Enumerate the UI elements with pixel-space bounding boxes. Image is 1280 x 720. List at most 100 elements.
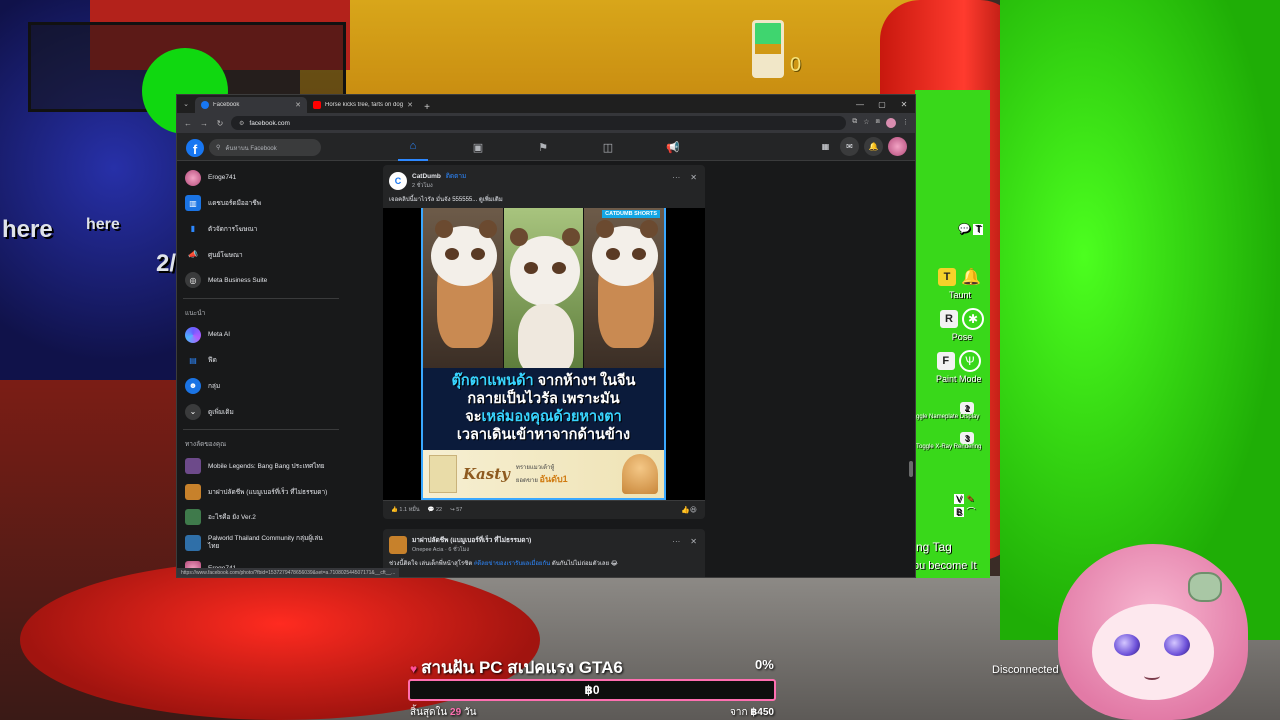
post-author[interactable]: CatDumb ติดตาม xyxy=(412,171,466,181)
caption-line: จากห้างฯ ในจีน xyxy=(533,373,636,389)
game-tag-text: ng Tag xyxy=(916,540,952,554)
game-text-here: here xyxy=(2,216,53,243)
more-options-icon[interactable]: ··· xyxy=(672,537,680,546)
post-actions: ··· ✕ xyxy=(672,537,697,546)
sidebar-item-groups[interactable]: ☻ กลุ่ม xyxy=(183,373,341,399)
post-sub[interactable]: Onepee Acia · 6 ชั่วโมง xyxy=(412,546,531,554)
shortcut-item[interactable]: Mobile Legends: Bang Bang ประเทศไทย xyxy=(183,453,341,479)
bookmark-star-icon[interactable]: ☆ xyxy=(863,118,869,128)
sponsor-tagline: ทรายแมวเต้าหู้ xyxy=(515,465,555,471)
post-author[interactable]: มาฝาปลัดชีพ (แบมูเบอร์ที่เร็ว ที่ไม่ธรรม… xyxy=(412,535,531,545)
post-author-name[interactable]: CatDumb xyxy=(412,173,441,180)
cat-photo xyxy=(622,454,658,494)
caption-line: จะ xyxy=(465,409,482,426)
reaction-emoji-icon[interactable]: 👍😆 xyxy=(681,506,697,514)
sidebar-item-ads-manager[interactable]: ▮ ตัวจัดการโฆษณา xyxy=(183,216,341,242)
sidebar-item-feed[interactable]: ▤ ฟีด xyxy=(183,348,341,374)
sidebar-item-label: ศูนย์โฆษณา xyxy=(208,251,243,259)
post-body: เจอคลิปนี้มาไวรัล มั่นจัง 555555... xyxy=(389,197,479,203)
tab-youtube[interactable]: Horse kicks tree, farts on dog ✕ xyxy=(307,97,419,113)
sidebar-item-business-suite[interactable]: ◎ Meta Business Suite xyxy=(183,267,341,293)
see-more-link[interactable]: ดูเพิ่มเติม xyxy=(479,197,503,203)
follow-link[interactable]: ติดตาม xyxy=(446,173,467,180)
business-suite-icon: ◎ xyxy=(185,272,201,289)
pages-flag-icon[interactable]: ⚑ xyxy=(528,133,558,161)
feed-post: มาฝาปลัดชีพ (แบมูเบอร์ที่เร็ว ที่ไม่ธรรม… xyxy=(383,529,705,577)
sidebar-item-meta-ai[interactable]: Meta AI xyxy=(183,322,341,348)
hourglass-icon xyxy=(752,20,784,78)
goal-progress-bar: ฿0 xyxy=(408,679,776,701)
ads-megaphone-icon[interactable]: 📢 xyxy=(658,133,688,161)
hud-label: ggle Nameplate Display xyxy=(916,414,980,420)
shortcut-item[interactable]: มาฝาปลัดชีพ (แบมูเบอร์ที่เร็ว ที่ไม่ธรรม… xyxy=(183,479,341,505)
share-button[interactable]: ↪ 57 xyxy=(450,507,462,513)
hashtag-link[interactable]: #ดีลยข่าของเรารับผลเมื่อยกัน xyxy=(474,561,550,567)
site-info-icon[interactable]: ⚙ xyxy=(239,120,244,127)
hud-paint: F Ѱ Paint Mode xyxy=(936,350,982,384)
page-avatar[interactable] xyxy=(389,535,407,554)
shortcut-item[interactable]: อะไรคือ ยัง Ver.2 xyxy=(183,505,341,531)
profile-icon[interactable] xyxy=(886,118,896,128)
hud-xray: 3 Toggle X-Ray Rendering xyxy=(916,432,981,450)
reload-icon[interactable]: ↻ xyxy=(215,119,225,128)
post-media[interactable]: CATDUMB SHORTS ตุ๊กตาแพนด้า จากห้างฯ ในจ… xyxy=(383,208,705,500)
tab-search-icon[interactable]: ⌄ xyxy=(177,95,195,113)
account-avatar[interactable] xyxy=(888,137,907,156)
shortcut-item[interactable]: Palworld Thailand Community กลุ่มผู้เล่น… xyxy=(183,530,341,556)
paint-icon: Ѱ xyxy=(958,350,981,372)
page-scrollbar[interactable] xyxy=(909,461,913,477)
sidebar-item-see-more[interactable]: ⌄ ดูเพิ่มเติม xyxy=(183,399,341,425)
back-icon[interactable]: ← xyxy=(183,119,193,128)
sponsor-rank: อันดับ1 xyxy=(539,474,568,484)
hud-key: 3 xyxy=(960,432,974,444)
minimize-button[interactable]: — xyxy=(849,95,871,113)
hud-label: Pose xyxy=(951,332,973,342)
avatar-face xyxy=(1092,604,1214,700)
maximize-button[interactable]: ▢ xyxy=(871,95,893,113)
facebook-page: f ⚲ ค้นหาบน Facebook ⌂ ▣ ⚑ ◫ 📢 ▦ ✉ 🔔 Ero… xyxy=(177,133,915,577)
sidebar-item-ad-center[interactable]: 📣 ศูนย์โฆษณา xyxy=(183,242,341,268)
dashboard-icon: ▥ xyxy=(185,195,201,212)
avatar-eye xyxy=(1114,634,1140,656)
tab-facebook[interactable]: Facebook ✕ xyxy=(195,97,307,113)
catdumb-avatar[interactable]: C xyxy=(389,171,407,190)
close-tab-icon[interactable]: ✕ xyxy=(407,101,413,109)
game-become-text: ou become It xyxy=(913,560,977,572)
cast-icon[interactable]: ⧉ xyxy=(852,118,857,128)
extensions-icon[interactable]: ⧈ xyxy=(876,118,880,128)
post-time[interactable]: 2 ชั่วโมง xyxy=(412,182,466,190)
more-options-icon[interactable]: ··· xyxy=(672,173,680,182)
hud-label: Paint Mode xyxy=(936,374,982,384)
sidebar-item-profile[interactable]: Eroge741 xyxy=(183,165,341,191)
url-input[interactable]: ⚙ facebook.com xyxy=(231,116,847,130)
sidebar-heading-shortcuts: ทางลัดของคุณ xyxy=(185,441,227,449)
messenger-icon[interactable]: ✉ xyxy=(840,137,859,156)
close-icon[interactable]: ✕ xyxy=(690,537,697,546)
facebook-logo-icon[interactable]: f xyxy=(186,139,204,157)
hud-key: 2 xyxy=(960,402,974,414)
shortcut-label: Mobile Legends: Bang Bang ประเทศไทย xyxy=(208,463,325,471)
home-icon[interactable]: ⌂ xyxy=(398,133,428,161)
menu-grid-icon[interactable]: ▦ xyxy=(816,137,835,156)
close-tab-icon[interactable]: ✕ xyxy=(295,101,301,109)
hud-nameplate: 2 ggle Nameplate Display xyxy=(916,402,979,420)
caption-highlight: เหล่มองคุณด้วยหางตา xyxy=(481,409,622,426)
goal-days-left: สิ้นสุดใน 29 วัน xyxy=(410,705,476,720)
sidebar-item-label: Meta AI xyxy=(208,331,231,339)
video-icon[interactable]: ▣ xyxy=(463,133,493,161)
new-tab-button[interactable]: + xyxy=(419,102,435,113)
facebook-header-right: ▦ ✉ 🔔 xyxy=(816,137,907,156)
sidebar-item-dashboard[interactable]: ▥ แดชบอร์ดมืออาชีพ xyxy=(183,191,341,217)
comment-button[interactable]: 💬 22 xyxy=(428,507,443,513)
short-video-thumbnail[interactable]: CATDUMB SHORTS ตุ๊กตาแพนด้า จากห้างฯ ในจ… xyxy=(421,208,666,500)
notification-bell-icon[interactable]: 🔔 xyxy=(864,137,883,156)
gaming-icon[interactable]: ◫ xyxy=(593,133,623,161)
close-icon[interactable]: ✕ xyxy=(690,173,697,182)
like-button[interactable]: 👍 1.1 หมื่น xyxy=(391,506,420,514)
close-window-button[interactable]: ✕ xyxy=(893,95,915,113)
forward-icon[interactable]: → xyxy=(199,119,209,128)
browser-menu-icon[interactable]: ⋮ xyxy=(902,118,909,128)
sidebar-item-label: ดูเพิ่มเติม xyxy=(208,408,234,416)
address-bar: ← → ↻ ⚙ facebook.com ⧉ ☆ ⧈ ⋮ xyxy=(177,113,915,133)
facebook-search-input[interactable]: ⚲ ค้นหาบน Facebook xyxy=(209,139,321,156)
